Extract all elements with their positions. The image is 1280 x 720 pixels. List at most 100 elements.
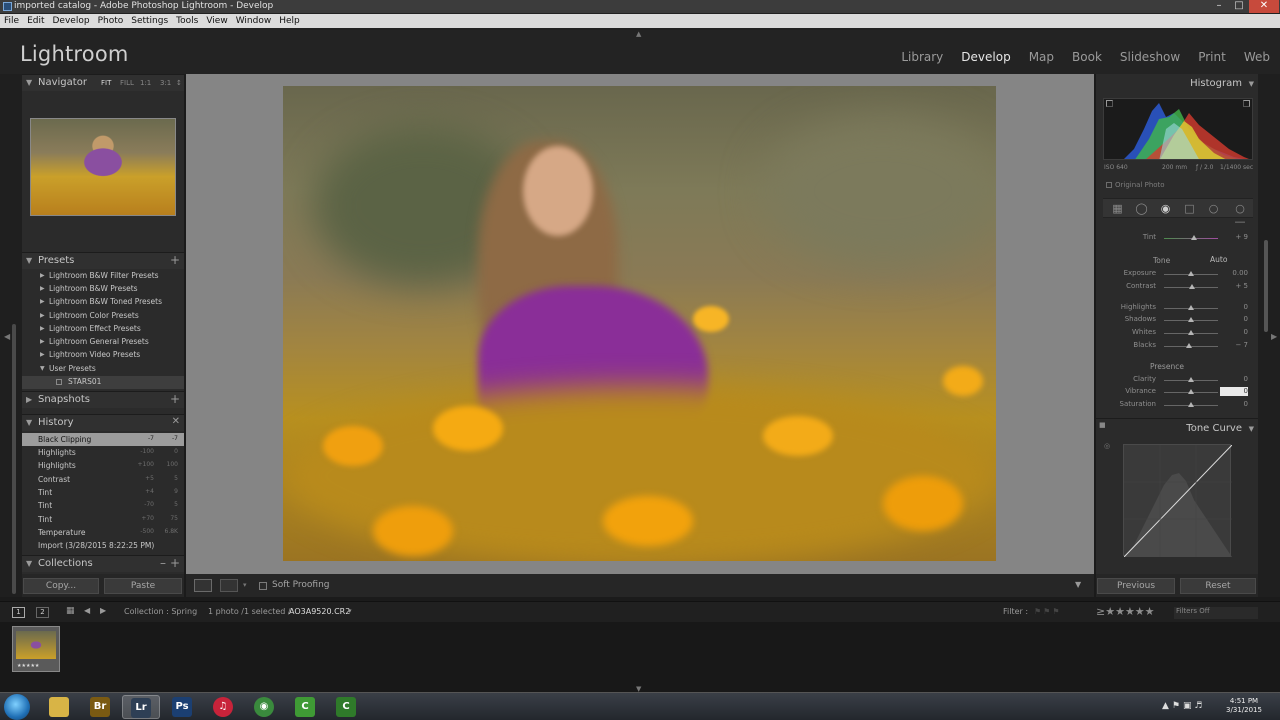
- nav-3-1[interactable]: 3:1: [160, 79, 171, 87]
- taskbar-lightroom[interactable]: Lr: [122, 695, 160, 719]
- nav-zoom-menu-icon[interactable]: ↕: [176, 79, 182, 87]
- clarity-slider-row[interactable]: Clarity 0: [1096, 374, 1258, 386]
- menu-edit[interactable]: Edit: [23, 14, 48, 28]
- shadows-slider-row[interactable]: Shadows 0: [1096, 314, 1258, 326]
- preset-folder[interactable]: ▶ Lightroom Color Presets: [22, 310, 184, 323]
- close-button[interactable]: ✕: [1249, 0, 1279, 13]
- clear-history-icon[interactable]: ✕: [172, 416, 180, 427]
- taskbar-camtasia-recorder[interactable]: C: [327, 695, 365, 719]
- preset-folder[interactable]: ▶ Lightroom Video Presets: [22, 349, 184, 362]
- menu-develop[interactable]: Develop: [49, 14, 94, 28]
- system-tray-icons[interactable]: ▲⚑▣♬: [1162, 701, 1206, 711]
- histogram-header[interactable]: Histogram ▼: [1096, 76, 1258, 92]
- clarity-slider-thumb[interactable]: [1188, 377, 1194, 382]
- highlights-slider-row[interactable]: Highlights 0: [1096, 302, 1258, 314]
- history-row[interactable]: Black Clipping -7 -7: [22, 433, 184, 446]
- spot-removal-tool-icon[interactable]: ◯: [1135, 202, 1148, 215]
- grid-view-icon[interactable]: ▦: [66, 606, 75, 616]
- contrast-slider-row[interactable]: Contrast + 5: [1096, 281, 1258, 293]
- nav-fill[interactable]: FILL: [120, 79, 134, 87]
- shadow-clipping-icon[interactable]: [1106, 100, 1113, 107]
- minimize-button[interactable]: –: [1209, 0, 1229, 13]
- menu-window[interactable]: Window: [232, 14, 276, 28]
- vibrance-slider-thumb[interactable]: [1188, 389, 1194, 394]
- preset-folder-user[interactable]: ▼ User Presets: [22, 363, 184, 376]
- secondary-window-button[interactable]: 2: [36, 607, 49, 618]
- tone-curve-header[interactable]: ■ Tone Curve ▼: [1096, 418, 1258, 434]
- view-mode-menu-icon[interactable]: ▾: [243, 581, 247, 589]
- panel-switch-icon[interactable]: ■: [1099, 421, 1106, 429]
- taskbar-chrome[interactable]: ◉: [245, 695, 283, 719]
- preset-folder[interactable]: ▶ Lightroom B&W Presets: [22, 283, 184, 296]
- rating-filter-stars[interactable]: ≥★★★★★: [1096, 605, 1155, 618]
- add-snapshot-icon[interactable]: +: [170, 392, 180, 406]
- top-panel-toggle-icon[interactable]: ▲: [636, 30, 641, 38]
- right-panel-toggle-icon[interactable]: ▶: [1271, 332, 1277, 341]
- menu-photo[interactable]: Photo: [94, 14, 128, 28]
- vibrance-slider-row[interactable]: Vibrance 0: [1096, 386, 1258, 398]
- highlight-clipping-icon[interactable]: [1243, 100, 1250, 107]
- loupe-view-icon[interactable]: [194, 579, 212, 592]
- filmstrip-thumbnail[interactable]: ★★★★★: [12, 626, 60, 672]
- reset-button[interactable]: Reset: [1180, 578, 1256, 594]
- filename-menu-icon[interactable]: ▾: [348, 607, 352, 615]
- module-develop[interactable]: Develop: [961, 50, 1010, 64]
- original-photo-checkbox[interactable]: [1106, 182, 1112, 188]
- back-arrow-icon[interactable]: ◀: [84, 606, 90, 615]
- primary-window-button[interactable]: 1: [12, 607, 25, 618]
- preset-folder[interactable]: ▶ Lightroom B&W Filter Presets: [22, 270, 184, 283]
- menu-settings[interactable]: Settings: [127, 14, 172, 28]
- crop-tool-icon[interactable]: ▦: [1111, 202, 1124, 215]
- history-row[interactable]: Tint +70 75: [22, 513, 184, 526]
- collapse-all-icon[interactable]: –: [160, 556, 166, 570]
- add-collection-icon[interactable]: +: [170, 556, 180, 570]
- original-photo-toggle[interactable]: Original Photo: [1106, 181, 1165, 189]
- copy-button[interactable]: Copy...: [23, 578, 99, 594]
- history-header[interactable]: ▼ History ✕: [22, 414, 184, 431]
- exposure-slider-thumb[interactable]: [1188, 271, 1194, 276]
- preset-item[interactable]: STARS01: [22, 376, 184, 389]
- right-panel-scrollbar[interactable]: [1264, 240, 1268, 332]
- auto-tone-button[interactable]: Auto: [1210, 255, 1227, 264]
- navigator-header[interactable]: ▼ Navigator FIT FILL 1:1 3:1 ↕: [22, 74, 184, 91]
- collections-header[interactable]: ▼ Collections – +: [22, 555, 184, 572]
- preset-folder[interactable]: ▶ Lightroom Effect Presets: [22, 323, 184, 336]
- exposure-slider-row[interactable]: Exposure 0.00: [1096, 268, 1258, 280]
- module-map[interactable]: Map: [1029, 50, 1054, 64]
- radial-filter-icon[interactable]: ○: [1207, 202, 1220, 215]
- history-row[interactable]: Contrast +5 5: [22, 473, 184, 486]
- presets-header[interactable]: ▼ Presets +: [22, 252, 184, 269]
- module-book[interactable]: Book: [1072, 50, 1102, 64]
- histogram-display[interactable]: [1103, 98, 1253, 160]
- taskbar-bridge[interactable]: Br: [81, 695, 119, 719]
- history-row[interactable]: Highlights -100 0: [22, 446, 184, 459]
- targeted-adjustment-icon[interactable]: ◎: [1104, 442, 1110, 450]
- start-button[interactable]: [4, 694, 30, 720]
- saturation-slider-thumb[interactable]: [1188, 402, 1194, 407]
- soft-proofing-checkbox[interactable]: [259, 582, 267, 590]
- left-panel-scrollbar[interactable]: [12, 324, 16, 594]
- module-print[interactable]: Print: [1198, 50, 1226, 64]
- system-clock[interactable]: 4:51 PM 3/31/2015: [1224, 697, 1264, 715]
- tint-slider-thumb[interactable]: [1190, 235, 1197, 240]
- filmstrip-source[interactable]: Collection : Spring: [124, 607, 197, 616]
- snapshots-header[interactable]: ▶ Snapshots +: [22, 391, 184, 408]
- taskbar-photoshop[interactable]: Ps: [163, 695, 201, 719]
- history-row[interactable]: Tint -70 5: [22, 499, 184, 512]
- menu-help[interactable]: Help: [275, 14, 304, 28]
- tone-curve-graph[interactable]: [1123, 444, 1233, 558]
- whites-slider-thumb[interactable]: [1188, 330, 1194, 335]
- paste-button[interactable]: Paste: [104, 578, 182, 594]
- filters-off-dropdown[interactable]: Filters Off: [1174, 607, 1258, 619]
- adjustment-brush-icon[interactable]: ○—: [1231, 202, 1249, 228]
- graduated-filter-icon[interactable]: □: [1183, 202, 1196, 215]
- highlights-slider-thumb[interactable]: [1188, 305, 1194, 310]
- add-preset-icon[interactable]: +: [170, 253, 180, 267]
- history-row[interactable]: Import (3/28/2015 8:22:25 PM): [22, 539, 184, 552]
- tint-slider-row[interactable]: Tint + 9: [1096, 232, 1258, 244]
- flag-filter-icons[interactable]: ⚑⚑⚑: [1034, 607, 1062, 616]
- main-photo[interactable]: [283, 86, 996, 561]
- contrast-slider-thumb[interactable]: [1189, 284, 1196, 289]
- selected-filename[interactable]: AO3A9520.CR2: [289, 607, 350, 616]
- forward-arrow-icon[interactable]: ▶: [100, 606, 106, 615]
